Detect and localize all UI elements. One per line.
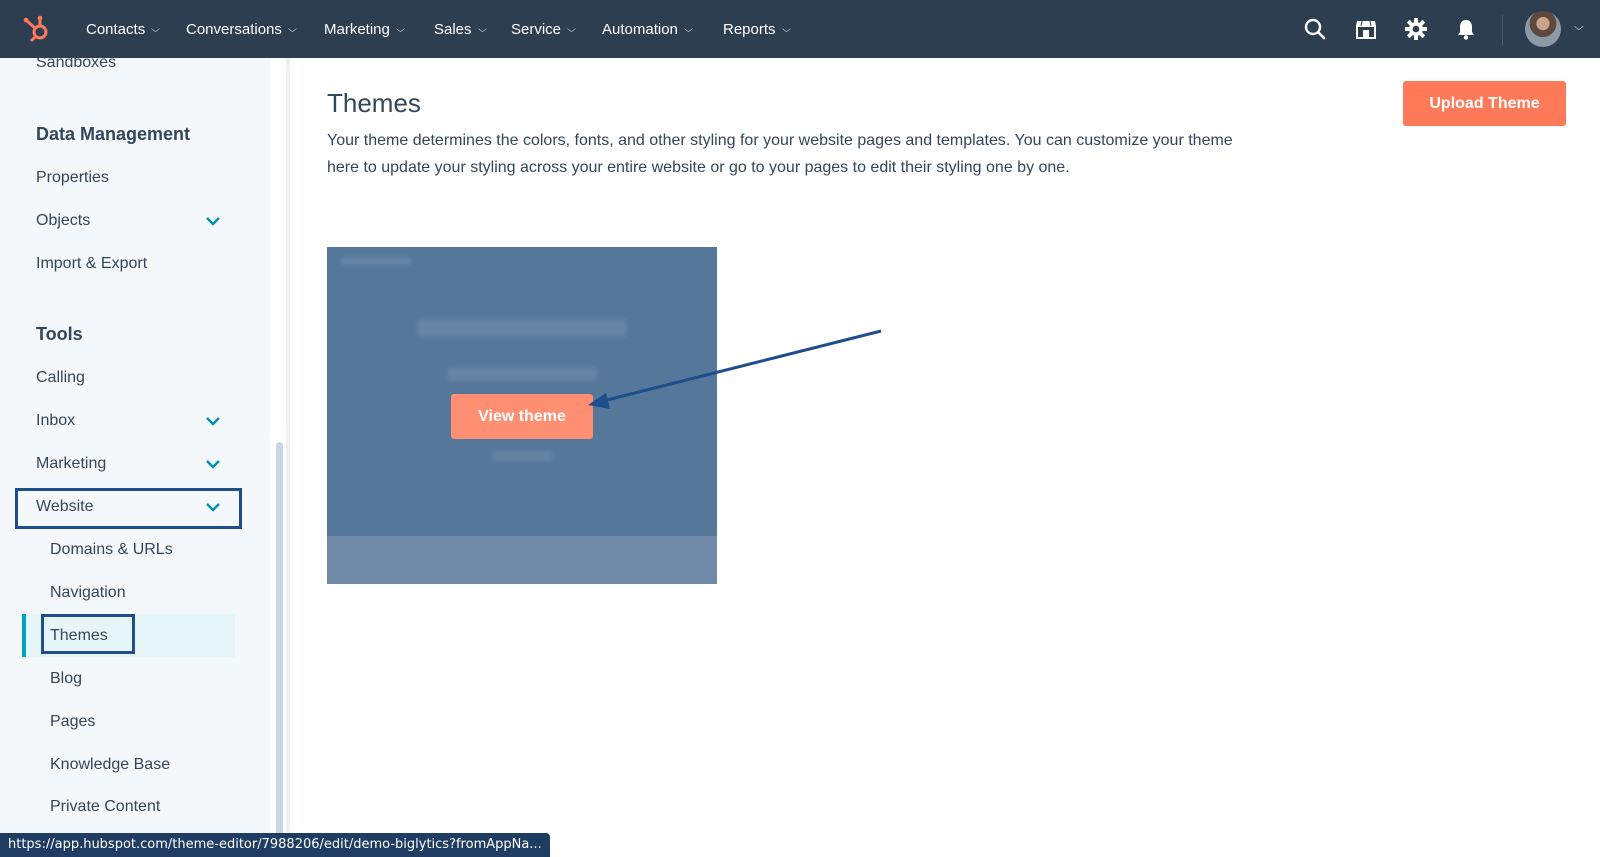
view-theme-button[interactable]: View theme <box>451 394 593 439</box>
account-chevron-down-icon[interactable]: ⌵ <box>1574 22 1584 33</box>
hubspot-logo-icon[interactable] <box>22 13 52 43</box>
sidebar-active-indicator <box>22 614 26 657</box>
nav-automation[interactable]: Automation ⌵ <box>602 18 693 40</box>
sidebar-item-import-export[interactable]: Import & Export <box>36 255 147 273</box>
marketing-chevron-down-icon[interactable] <box>205 456 221 472</box>
nav-service-label: Service <box>511 20 562 38</box>
chevron-down-icon: ⌵ <box>151 23 161 34</box>
preview-blur-shape <box>447 367 597 381</box>
nav-reports-label: Reports <box>723 20 776 38</box>
nav-sales-label: Sales <box>434 20 472 38</box>
marketplace-icon[interactable] <box>1354 17 1378 41</box>
upload-theme-button[interactable]: Upload Theme <box>1403 81 1566 126</box>
chevron-down-icon: ⌵ <box>395 23 405 34</box>
sidebar-item-calling[interactable]: Calling <box>36 369 85 387</box>
sidebar-item-inbox[interactable]: Inbox <box>36 412 75 430</box>
nav-service[interactable]: Service ⌵ <box>511 18 576 40</box>
sidebar-scrollbar[interactable] <box>276 442 283 837</box>
objects-chevron-down-icon[interactable] <box>205 213 221 229</box>
nav-contacts[interactable]: Contacts ⌵ <box>86 18 161 40</box>
sidebar-subitem-blog[interactable]: Blog <box>50 670 82 688</box>
sidebar-edge <box>286 58 290 857</box>
chevron-down-icon: ⌵ <box>781 23 791 34</box>
settings-gear-icon[interactable] <box>1404 17 1428 41</box>
themes-highlight-box <box>41 614 135 654</box>
nav-reports[interactable]: Reports ⌵ <box>723 18 791 40</box>
chevron-down-icon: ⌵ <box>567 23 576 34</box>
nav-contacts-label: Contacts <box>86 20 146 38</box>
sidebar-subitem-domains-urls[interactable]: Domains & URLs <box>50 541 173 559</box>
sidebar-item-objects[interactable]: Objects <box>36 212 90 230</box>
sidebar-heading-data-management: Data Management <box>36 124 191 144</box>
sidebar-item-marketing[interactable]: Marketing <box>36 455 106 473</box>
top-navigation-bar: Contacts ⌵ Conversations ⌵ Marketing ⌵ Sale… <box>0 0 1600 58</box>
nav-marketing-label: Marketing <box>324 20 390 38</box>
user-avatar[interactable] <box>1525 11 1561 47</box>
sidebar-item-properties[interactable]: Properties <box>36 169 109 187</box>
theme-card-footer <box>327 536 717 584</box>
page-title: Themes <box>327 88 421 118</box>
chevron-down-icon: ⌵ <box>683 23 693 34</box>
preview-blur-shape <box>492 451 552 461</box>
search-icon[interactable] <box>1303 17 1327 41</box>
sidebar-subitem-pages[interactable]: Pages <box>50 713 95 731</box>
nav-sales[interactable]: Sales ⌵ <box>434 18 487 40</box>
website-highlight-box <box>15 488 242 529</box>
nav-marketing[interactable]: Marketing ⌵ <box>324 18 405 40</box>
nav-divider <box>1502 15 1503 45</box>
status-bar-url: https://app.hubspot.com/theme-editor/798… <box>0 833 550 857</box>
nav-conversations-label: Conversations <box>186 20 282 38</box>
chevron-down-icon: ⌵ <box>287 23 297 34</box>
notifications-bell-icon[interactable] <box>1454 17 1478 41</box>
preview-blur-shape <box>341 257 411 265</box>
page-description: Your theme determines the colors, fonts,… <box>327 132 1233 176</box>
sidebar-heading-tools: Tools <box>36 324 83 344</box>
preview-blur-shape <box>417 319 627 337</box>
sidebar-subitem-navigation[interactable]: Navigation <box>50 584 126 602</box>
chevron-down-icon: ⌵ <box>477 23 487 34</box>
nav-automation-label: Automation <box>602 20 678 38</box>
sidebar-subitem-knowledge-base[interactable]: Knowledge Base <box>50 756 170 774</box>
sidebar-subitem-private-content[interactable]: Private Content <box>50 798 160 816</box>
nav-conversations[interactable]: Conversations ⌵ <box>186 18 297 40</box>
inbox-chevron-down-icon[interactable] <box>205 413 221 429</box>
sidebar-item-sandboxes[interactable]: Sandboxes <box>36 54 116 72</box>
